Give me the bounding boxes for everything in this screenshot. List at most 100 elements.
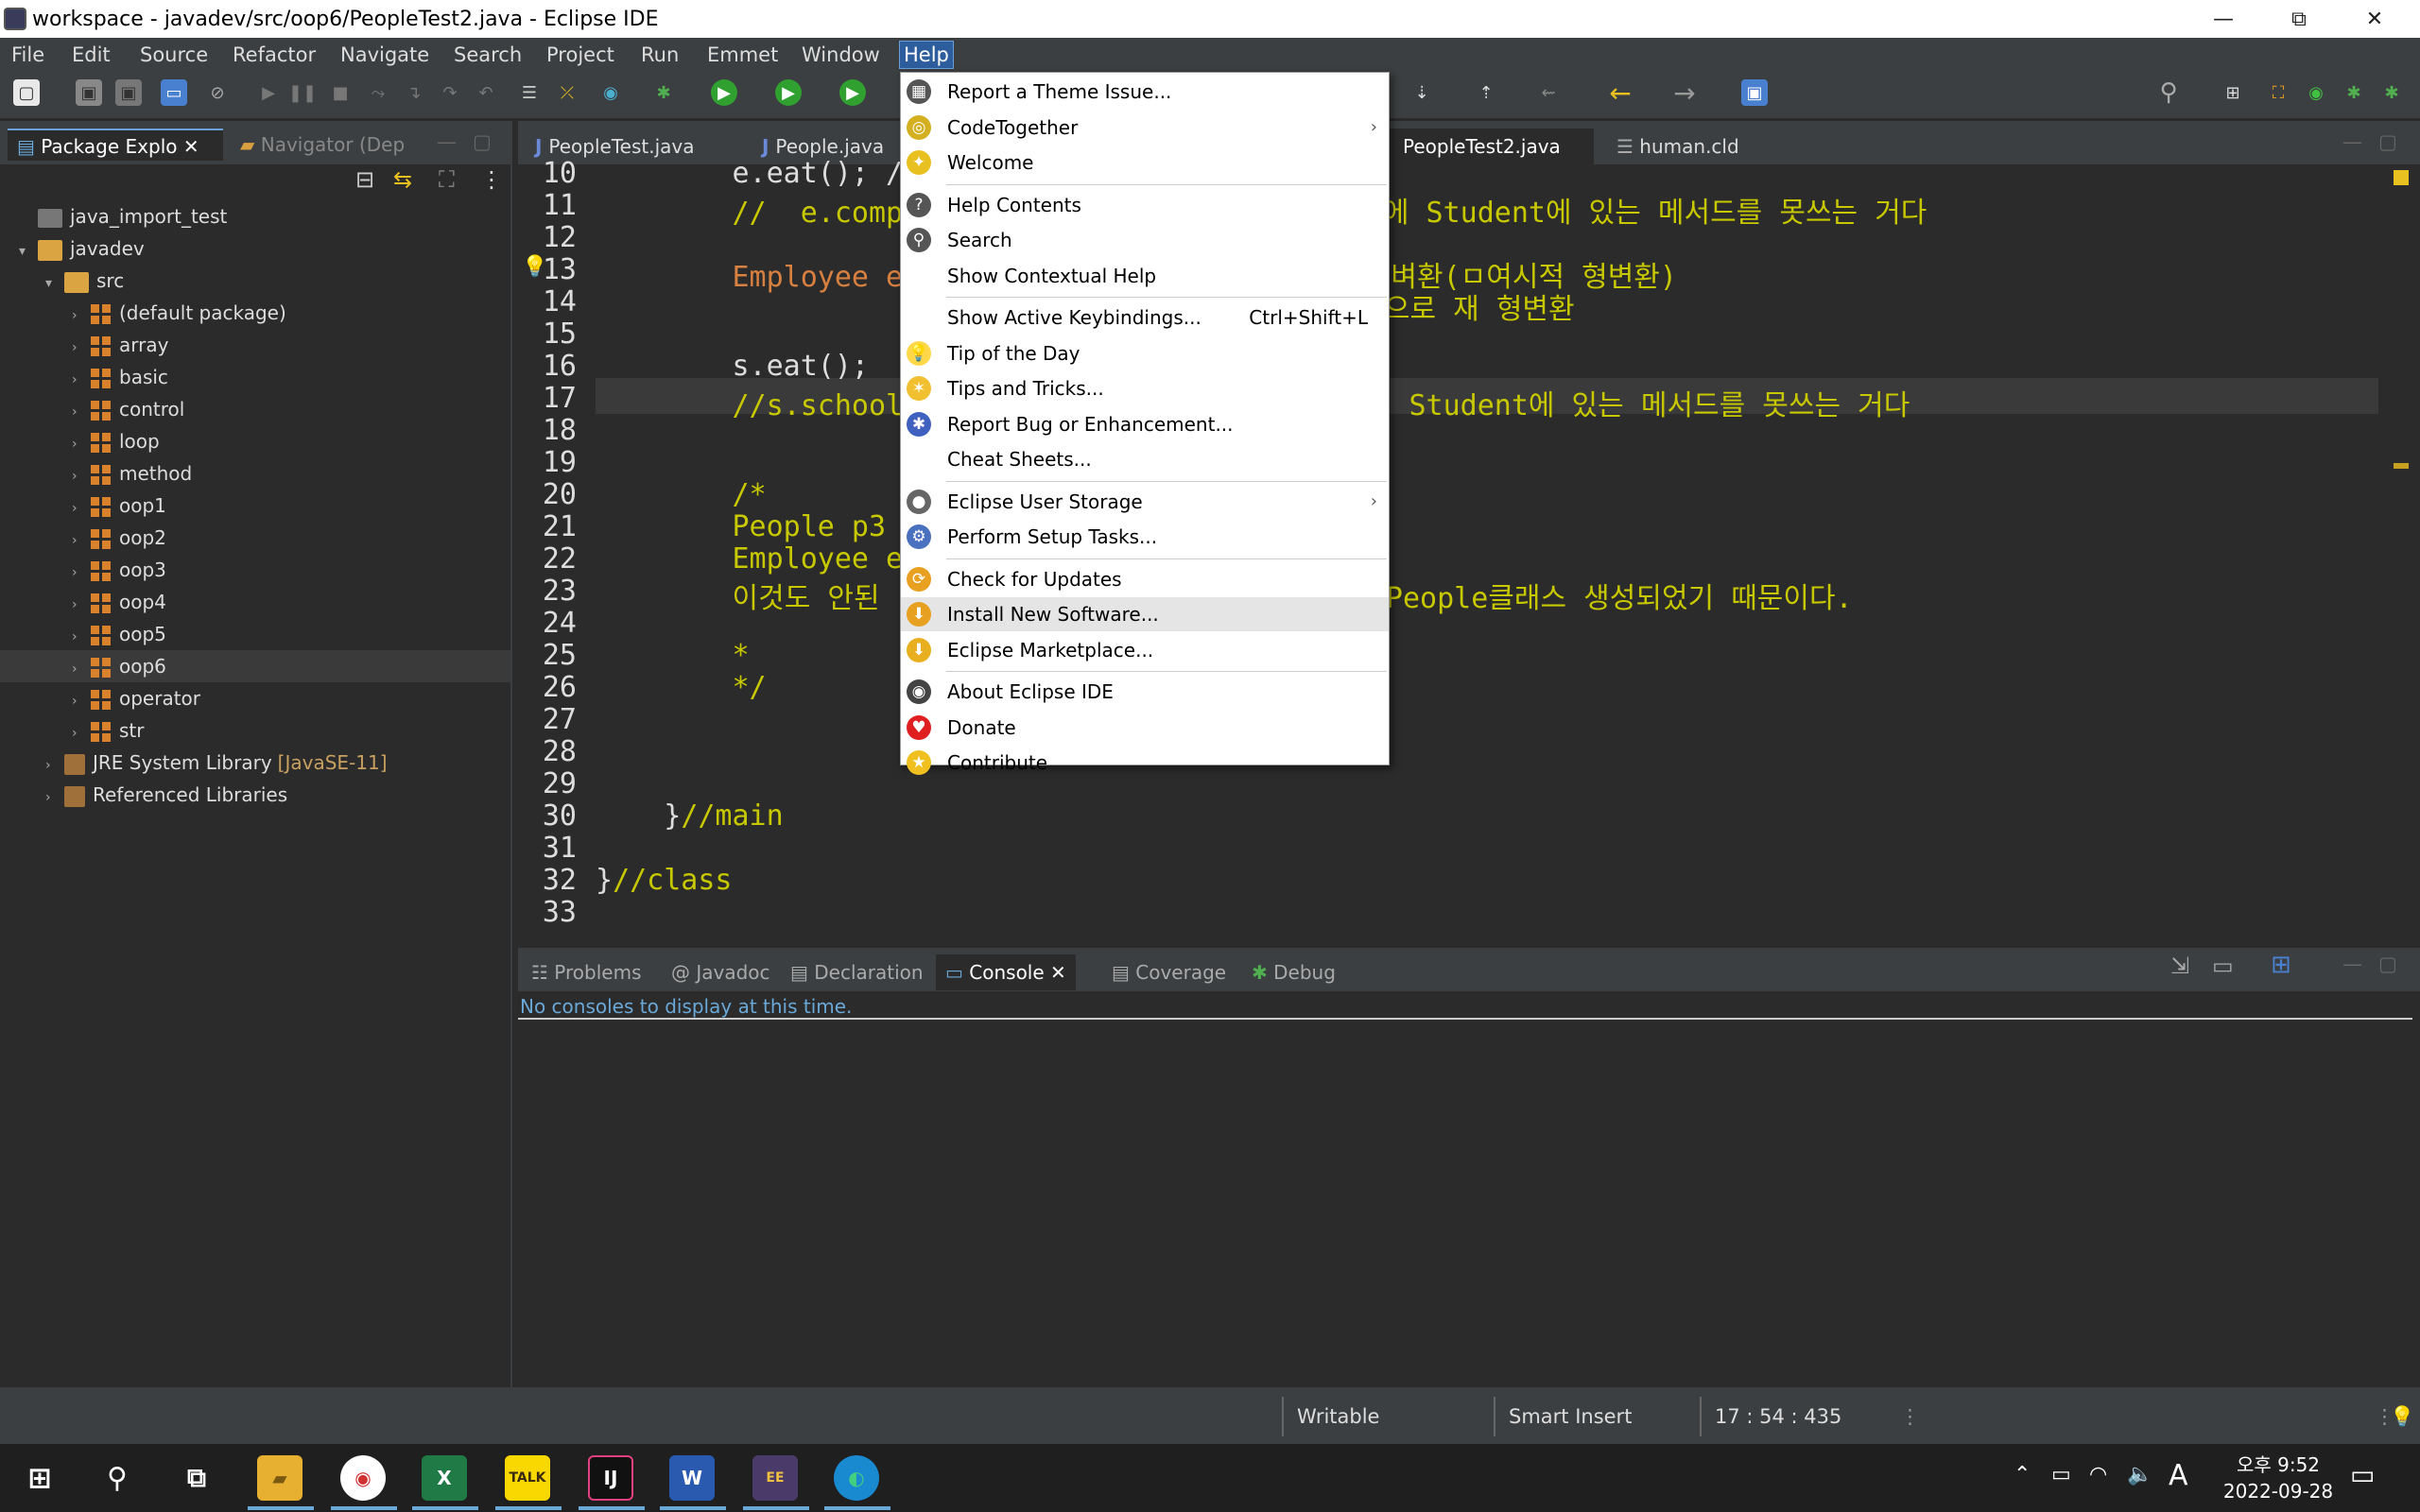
link-with-editor-icon[interactable]: ⇆ bbox=[393, 166, 412, 193]
collapsed-arrow-icon[interactable]: › bbox=[72, 589, 91, 621]
tree-item[interactable]: ▾ src bbox=[0, 265, 510, 297]
collapsed-arrow-icon[interactable]: › bbox=[72, 300, 91, 332]
suspend-icon[interactable]: ❚❚ bbox=[288, 79, 317, 106]
collapsed-arrow-icon[interactable]: › bbox=[45, 782, 64, 814]
pin-console-icon[interactable]: ⇲ bbox=[2170, 953, 2189, 979]
tab-debug[interactable]: ✱ Debug bbox=[1242, 954, 1345, 990]
help-menu-item[interactable]: Show Contextual Help bbox=[901, 259, 1389, 293]
java-ee-perspective-icon[interactable]: ⛶ bbox=[2265, 79, 2291, 106]
tree-item[interactable]: › oop2 bbox=[0, 522, 510, 554]
windows-start-icon[interactable]: ⊞ bbox=[17, 1455, 62, 1501]
skip-breakpoints-icon[interactable]: ⊘ bbox=[204, 79, 231, 106]
help-menu-item[interactable]: Show Active Keybindings... Ctrl+Shift+L bbox=[901, 301, 1389, 335]
tab-navigator[interactable]: ▰ Navigator (Dep bbox=[231, 129, 429, 161]
help-menu-item[interactable]: Cheat Sheets... bbox=[901, 442, 1389, 476]
terminate-icon[interactable]: ■ bbox=[327, 79, 354, 106]
help-menu-item[interactable]: ✶ Tips and Tricks... bbox=[901, 371, 1389, 405]
code-area[interactable]: 10 e.eat(); //11 // e.compa 했기 때문에 Stude… bbox=[518, 157, 2380, 937]
minimize-button[interactable]: — bbox=[2186, 0, 2261, 38]
collapsed-arrow-icon[interactable]: › bbox=[72, 524, 91, 557]
tip-bulb-icon[interactable]: 💡 bbox=[2390, 1405, 2414, 1429]
tab-coverage[interactable]: ▤ Coverage bbox=[1102, 954, 1236, 990]
tree-item[interactable]: › basic bbox=[0, 361, 510, 393]
maximize-view-icon[interactable]: ▢ bbox=[473, 130, 492, 153]
tree-item[interactable]: › loop bbox=[0, 425, 510, 457]
tree-item[interactable]: java_import_test bbox=[0, 200, 510, 232]
excel-icon[interactable]: X bbox=[422, 1455, 467, 1501]
coverage-icon[interactable]: ◉ bbox=[597, 79, 624, 106]
minimize-console-icon[interactable]: — bbox=[2342, 953, 2362, 975]
tree-item[interactable]: › control bbox=[0, 393, 510, 425]
collapsed-arrow-icon[interactable]: › bbox=[72, 685, 91, 717]
tree-item[interactable]: › oop4 bbox=[0, 586, 510, 618]
menu-navigate[interactable]: Navigate bbox=[337, 42, 433, 68]
git-perspective-icon[interactable]: ✱ bbox=[2378, 79, 2405, 106]
tree-item[interactable]: › oop6 bbox=[0, 650, 510, 682]
taskbar-search-icon[interactable]: ⚲ bbox=[95, 1455, 140, 1501]
collapsed-arrow-icon[interactable]: › bbox=[72, 492, 91, 524]
new-icon[interactable]: ▢ bbox=[13, 79, 40, 106]
menu-refactor[interactable]: Refactor bbox=[229, 42, 320, 68]
save-all-icon[interactable]: ▣ bbox=[115, 79, 142, 106]
collapsed-arrow-icon[interactable]: › bbox=[72, 460, 91, 492]
menu-edit[interactable]: Edit bbox=[68, 42, 114, 68]
collapsed-arrow-icon[interactable]: › bbox=[72, 621, 91, 653]
tab-console[interactable]: ▭ Console ✕ bbox=[936, 954, 1076, 990]
terminal-icon[interactable]: ▭ bbox=[161, 79, 187, 106]
word-icon[interactable]: W bbox=[669, 1455, 715, 1501]
ime-indicator[interactable]: A bbox=[2169, 1459, 2188, 1492]
open-type-icon[interactable]: ⤫ bbox=[554, 79, 580, 106]
volume-icon[interactable]: 🔈 bbox=[2127, 1463, 2152, 1486]
menu-emmet[interactable]: Emmet bbox=[703, 42, 782, 68]
task-view-icon[interactable]: ⧉ bbox=[174, 1455, 219, 1501]
close-icon[interactable]: ✕ bbox=[1050, 961, 1066, 984]
prev-annotation-icon[interactable]: ⇡ bbox=[1473, 79, 1499, 106]
tree-item[interactable]: › (default package) bbox=[0, 297, 510, 329]
quick-fix-bulb-icon[interactable]: 💡 bbox=[522, 255, 547, 279]
help-menu-item[interactable]: ⚙ Perform Setup Tasks... bbox=[901, 520, 1389, 554]
tree-item[interactable]: › str bbox=[0, 714, 510, 747]
tray-overflow-icon[interactable]: ⌃ bbox=[2014, 1463, 2031, 1486]
tree-item[interactable]: ▾ javadev bbox=[0, 232, 510, 265]
restore-button[interactable]: ⧉ bbox=[2261, 0, 2337, 38]
tree-item[interactable]: › oop5 bbox=[0, 618, 510, 650]
occurrence-marker[interactable] bbox=[2394, 463, 2409, 469]
collapsed-arrow-icon[interactable]: › bbox=[72, 332, 91, 364]
help-menu-item[interactable]: ◎ CodeTogether › bbox=[901, 111, 1389, 145]
focus-icon[interactable]: ⛶ bbox=[439, 166, 455, 193]
pin-editor-icon[interactable]: ▣ bbox=[1741, 79, 1768, 106]
external-tools-icon[interactable]: ▶ bbox=[839, 79, 866, 106]
menu-file[interactable]: File bbox=[8, 42, 48, 68]
minimize-editor-icon[interactable]: — bbox=[2342, 130, 2362, 153]
forward-icon[interactable]: → bbox=[1671, 77, 1698, 109]
maximize-console-icon[interactable]: ▢ bbox=[2378, 953, 2397, 975]
tab-package-explorer[interactable]: ▤ Package Explo ✕ bbox=[8, 129, 223, 161]
help-menu-item[interactable]: ? Help Contents bbox=[901, 188, 1389, 222]
collapsed-arrow-icon[interactable]: › bbox=[72, 396, 91, 428]
wifi-icon[interactable]: ◠ bbox=[2089, 1463, 2107, 1486]
java-perspective-icon[interactable]: ◉ bbox=[2303, 79, 2329, 106]
run-coverage-icon[interactable]: ▶ bbox=[775, 79, 802, 106]
overview-ruler[interactable] bbox=[2390, 164, 2420, 937]
collapsed-arrow-icon[interactable]: › bbox=[72, 717, 91, 749]
menu-help[interactable]: Help bbox=[899, 41, 954, 69]
tab-javadoc[interactable]: @ Javadoc bbox=[662, 954, 780, 990]
clock-date[interactable]: 2022-09-28 bbox=[2212, 1480, 2344, 1503]
help-menu-item[interactable]: ★ Contribute bbox=[901, 746, 1389, 780]
close-window-button[interactable]: ✕ bbox=[2337, 0, 2412, 38]
chrome-icon[interactable]: ◉ bbox=[340, 1455, 386, 1501]
tree-item[interactable]: › method bbox=[0, 457, 510, 490]
resume-icon[interactable]: ▶ bbox=[255, 79, 282, 106]
notifications-icon[interactable]: ▭ bbox=[2350, 1459, 2375, 1490]
debug-icon[interactable]: ✱ bbox=[650, 79, 677, 106]
help-menu-item[interactable]: ● Eclipse User Storage › bbox=[901, 485, 1389, 519]
help-menu-item[interactable]: ⟳ Check for Updates bbox=[901, 562, 1389, 596]
use-step-filters-icon[interactable]: ☰ bbox=[516, 79, 543, 106]
file-explorer-icon[interactable]: ▰ bbox=[257, 1455, 302, 1501]
warning-marker[interactable] bbox=[2394, 170, 2409, 185]
save-icon[interactable]: ▣ bbox=[76, 79, 102, 106]
tab-problems[interactable]: ☷ Problems bbox=[522, 954, 650, 990]
collapsed-arrow-icon[interactable]: › bbox=[45, 749, 64, 782]
tab-declaration[interactable]: ▤ Declaration bbox=[781, 954, 933, 990]
open-console-icon[interactable]: ⊞ bbox=[2271, 951, 2291, 979]
